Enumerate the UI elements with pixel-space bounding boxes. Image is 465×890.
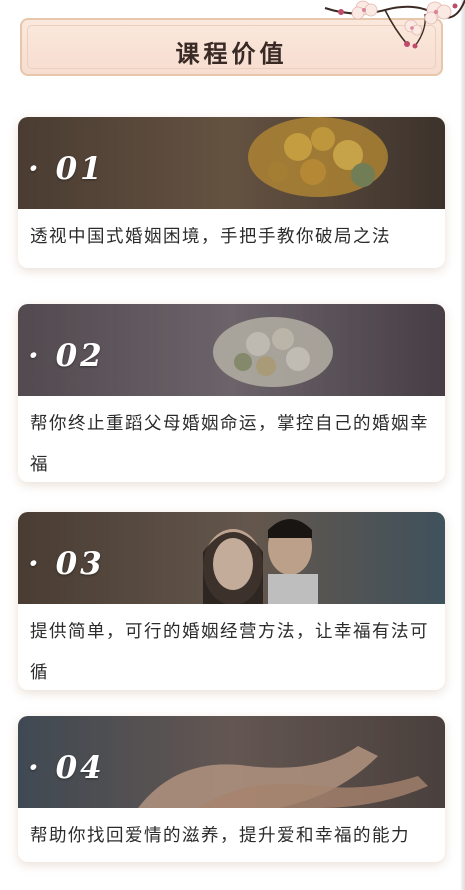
card-2-number: · 02 [28, 338, 105, 374]
value-card-1: · 01 透视中国式婚姻困境，手把手教你破局之法 [18, 117, 445, 268]
value-card-4: · 04 帮助你找回爱情的滋养，提升爱和幸福的能力 [18, 716, 445, 862]
card-3-photo: · 03 [18, 512, 445, 604]
value-card-3: · 03 提供简单，可行的婚姻经营方法，让幸福有法可循 [18, 512, 445, 690]
card-2-photo: · 02 [18, 304, 445, 396]
card-1-number: · 01 [28, 151, 105, 187]
card-3-number: · 03 [28, 546, 105, 582]
card-4-text: 帮助你找回爱情的滋养，提升爱和幸福的能力 [30, 826, 410, 846]
card-2-text: 帮你终止重蹈父母婚姻命运，掌控自己的婚姻幸福 [30, 414, 429, 475]
card-4-photo: · 04 [18, 716, 445, 808]
value-card-2: · 02 帮你终止重蹈父母婚姻命运，掌控自己的婚姻幸福 [18, 304, 445, 482]
plum-blossom-decoration [324, 0, 465, 49]
card-3-text: 提供简单，可行的婚姻经营方法，让幸福有法可循 [30, 622, 429, 683]
page-edge-shadow [461, 0, 465, 890]
card-1-photo: · 01 [18, 117, 445, 209]
card-4-number: · 04 [28, 750, 105, 786]
card-1-text: 透视中国式婚姻困境，手把手教你破局之法 [30, 227, 391, 247]
